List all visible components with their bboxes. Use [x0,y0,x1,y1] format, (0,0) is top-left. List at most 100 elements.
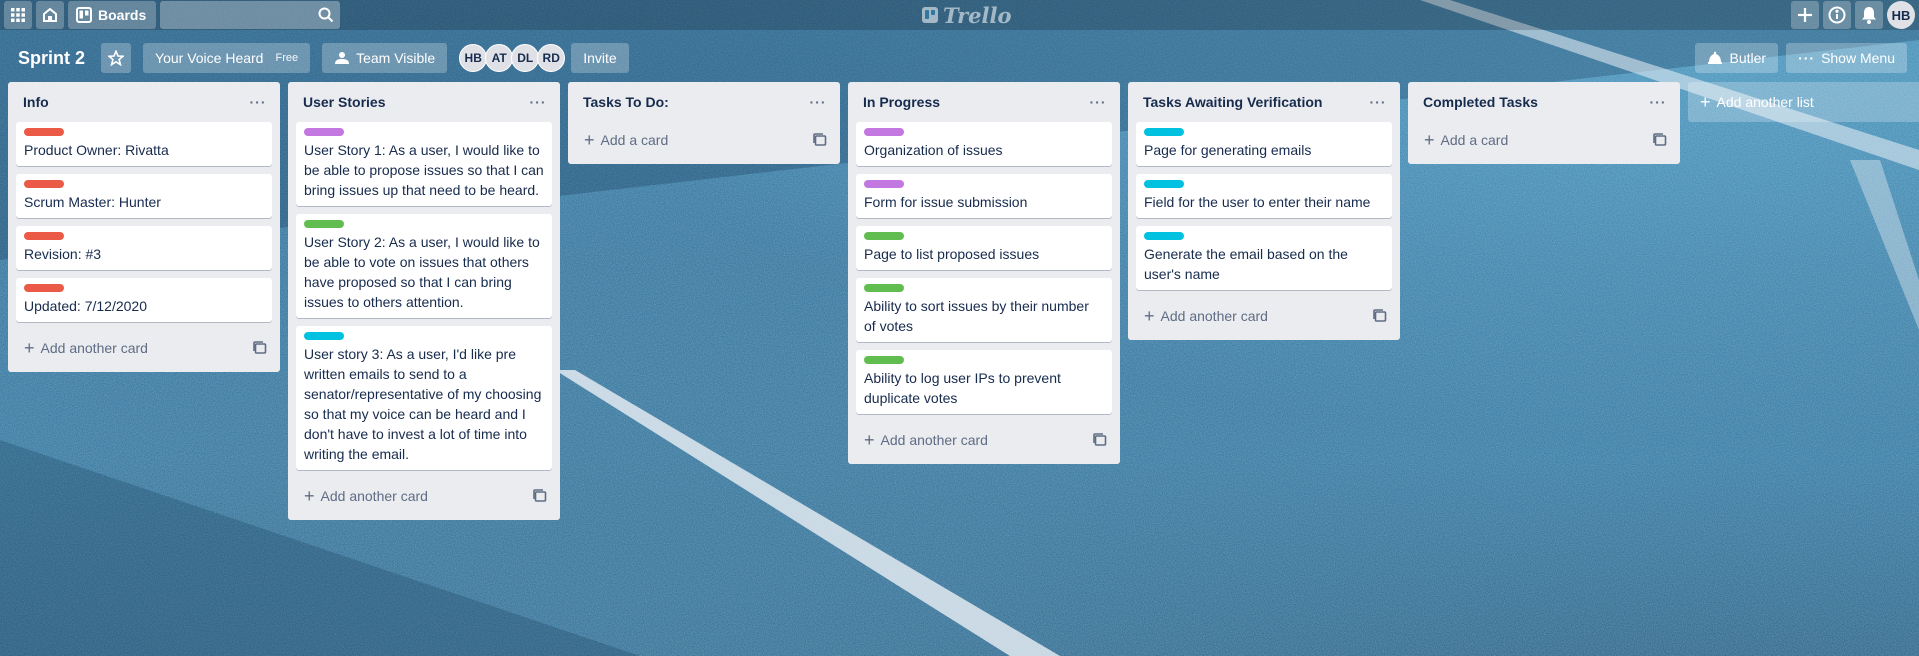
card-title: Updated: 7/12/2020 [24,298,147,314]
plan-badge: Free [275,52,299,64]
card[interactable]: User Story 1: As a user, I would like to… [296,122,552,206]
add-card-button[interactable]: + Add another card [864,431,988,449]
card-template-icon[interactable] [1372,308,1388,324]
card[interactable]: Scrum Master: Hunter [16,174,272,218]
list-menu-icon[interactable]: ··· [1646,90,1670,114]
label-red[interactable] [24,180,64,188]
card-title: Scrum Master: Hunter [24,194,161,210]
list-title[interactable]: Info [23,94,49,110]
card-template-icon[interactable] [532,488,548,504]
card[interactable]: Form for issue submission [856,174,1112,218]
add-card-button[interactable]: + Add a card [584,131,668,149]
plus-icon: + [1700,91,1711,112]
butler-icon [1708,51,1723,64]
list-menu-icon[interactable]: ··· [246,90,270,114]
apps-button[interactable] [4,1,32,29]
add-list-label: Add another list [1716,94,1814,110]
show-menu-label: Show Menu [1821,50,1895,66]
card-title: Page for generating emails [1144,142,1312,158]
add-card-button[interactable]: + Add another card [24,339,148,357]
label-green[interactable] [864,284,904,292]
card[interactable]: Revision: #3 [16,226,272,270]
card-template-icon[interactable] [1652,132,1668,148]
card[interactable]: Page to list proposed issues [856,226,1112,270]
card[interactable]: Field for the user to enter their name [1136,174,1392,218]
search-input[interactable] [160,1,341,29]
card[interactable]: Generate the email based on the user's n… [1136,226,1392,290]
plus-icon: + [24,338,35,358]
add-card-label: Add another card [320,488,428,504]
card[interactable]: Page for generating emails [1136,122,1392,166]
card[interactable]: Updated: 7/12/2020 [16,278,272,322]
card-template-icon[interactable] [1092,432,1108,448]
member-avatar[interactable]: RD [537,44,566,72]
plus-icon: + [584,130,595,150]
board-title[interactable]: Sprint 2 [12,48,91,69]
label-purple[interactable] [864,128,904,136]
card-template-icon[interactable] [252,340,268,356]
invite-button[interactable]: Invite [571,43,629,73]
home-button[interactable] [36,1,64,29]
card-template-icon[interactable] [812,132,828,148]
star-board-button[interactable] [101,43,132,73]
board-header: Sprint 2 Your Voice Heard Free Team Visi… [0,40,1919,76]
add-card-button[interactable]: + Add another card [304,487,428,505]
list-title[interactable]: Tasks Awaiting Verification [1143,94,1322,110]
card[interactable]: User story 3: As a user, I'd like pre wr… [296,326,552,470]
label-purple[interactable] [864,180,904,188]
member-avatar[interactable]: DL [511,44,540,72]
label-sky[interactable] [1144,232,1184,240]
list-title[interactable]: User Stories [303,94,385,110]
label-sky[interactable] [304,332,344,340]
list-title[interactable]: Tasks To Do: [583,94,669,110]
add-card-label: Add another card [1160,308,1268,324]
label-red[interactable] [24,284,64,292]
card-title: User Story 1: As a user, I would like to… [304,142,544,198]
list-menu-icon[interactable]: ··· [1366,90,1390,114]
list-title[interactable]: Completed Tasks [1423,94,1538,110]
card[interactable]: User Story 2: As a user, I would like to… [296,214,552,318]
label-sky[interactable] [1144,180,1184,188]
show-menu-button[interactable]: ··· Show Menu [1786,43,1907,73]
card[interactable]: Organization of issues [856,122,1112,166]
add-card-label: Add a card [600,132,669,148]
member-avatar[interactable]: AT [485,44,514,72]
bell-icon [1862,7,1876,24]
list-title[interactable]: In Progress [863,94,940,110]
list-menu-icon[interactable]: ··· [806,90,830,114]
card[interactable]: Ability to sort issues by their number o… [856,278,1112,342]
boards-button[interactable]: Boards [68,1,157,29]
add-card-button[interactable]: + Add a card [1424,131,1508,149]
trello-logo[interactable]: Trello [922,2,1012,28]
butler-button[interactable]: Butler [1695,43,1779,73]
list-menu-icon[interactable]: ··· [1086,90,1110,114]
member-avatar[interactable]: HB [459,44,488,72]
list-completed-tasks: Completed Tasks ··· + Add a card [1408,82,1680,164]
card[interactable]: Ability to log user IPs to prevent dupli… [856,350,1112,414]
workspace-button[interactable]: Your Voice Heard Free [143,43,311,73]
label-purple[interactable] [304,128,344,136]
plus-icon [1798,8,1812,22]
label-sky[interactable] [1144,128,1184,136]
search-icon[interactable] [318,7,334,23]
notifications-button[interactable] [1855,1,1883,29]
list-in-progress: In Progress ··· Organization of issues F… [848,82,1120,464]
label-green[interactable] [864,356,904,364]
card[interactable]: Product Owner: Rivatta [16,122,272,166]
label-green[interactable] [864,232,904,240]
info-button[interactable] [1823,1,1851,29]
add-card-button[interactable]: + Add another card [1144,307,1268,325]
label-green[interactable] [304,220,344,228]
add-list-button[interactable]: + Add another list [1688,82,1919,122]
add-card-label: Add another card [880,432,988,448]
label-red[interactable] [24,128,64,136]
logo-text: Trello [943,2,1012,28]
label-red[interactable] [24,232,64,240]
plus-icon: + [864,430,875,450]
workspace-label: Your Voice Heard [155,50,264,66]
info-icon [1828,6,1846,24]
create-button[interactable] [1791,1,1819,29]
user-avatar[interactable]: HB [1887,1,1915,29]
list-menu-icon[interactable]: ··· [526,90,550,114]
visibility-button[interactable]: Team Visible [322,43,448,73]
